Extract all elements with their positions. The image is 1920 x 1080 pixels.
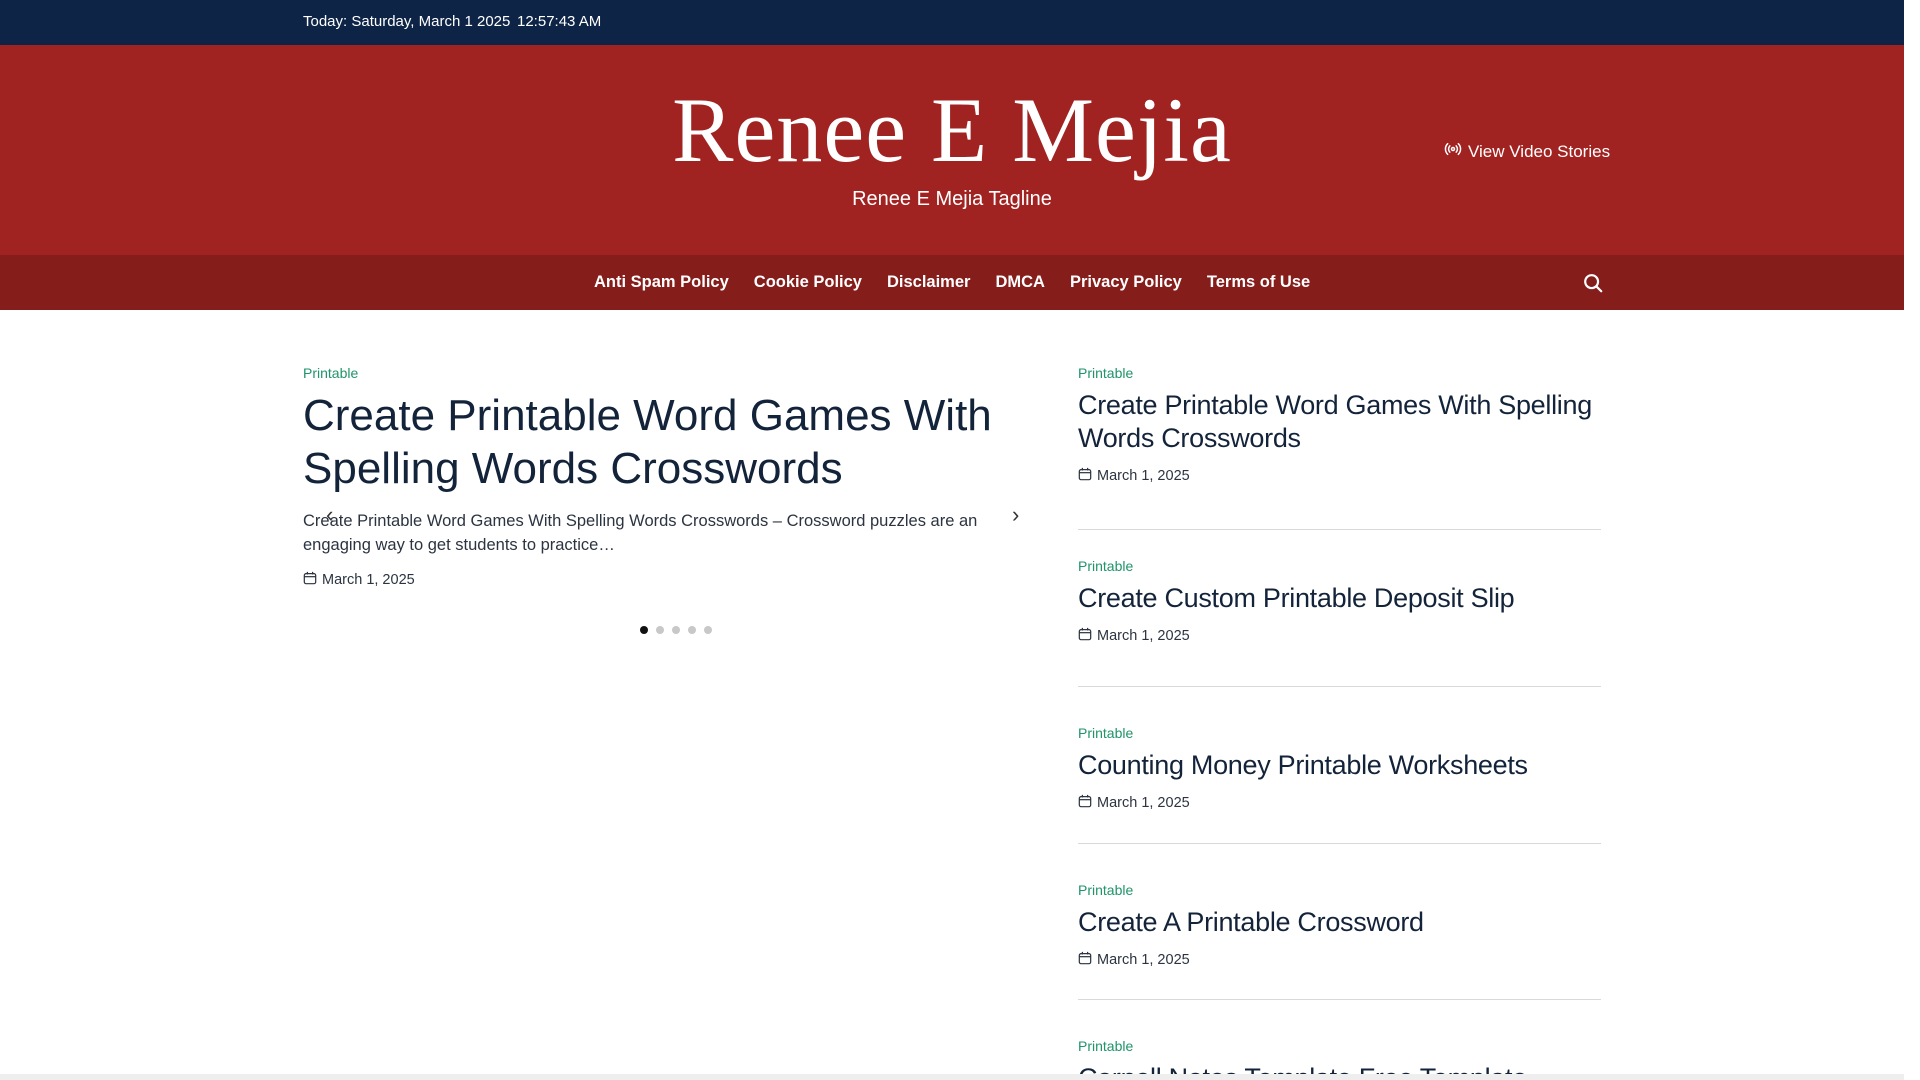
- slider-dot-2[interactable]: [656, 626, 664, 634]
- site-tagline: Renee E Mejia Tagline: [852, 188, 1052, 210]
- nav-item-terms-of-use[interactable]: Terms of Use: [1207, 273, 1310, 292]
- slider-pagination: [640, 626, 712, 634]
- slider-dot-5[interactable]: [704, 626, 712, 634]
- main-navigation: Anti Spam Policy Cookie Policy Disclaime…: [0, 255, 1904, 310]
- current-time: 12:57:43 AM: [517, 13, 602, 30]
- post-title[interactable]: Create Printable Word Games With Spellin…: [1078, 389, 1601, 455]
- site-header: Renee E Mejia Renee E Mejia Tagline View…: [0, 45, 1904, 255]
- top-bar: Today: Saturday, March 1 2025 12:57:43 A…: [0, 0, 1904, 45]
- site-title[interactable]: Renee E Mejia: [0, 75, 1904, 185]
- scrollbar[interactable]: [1904, 0, 1920, 1080]
- slider-dot-3[interactable]: [672, 626, 680, 634]
- view-video-stories-label: View Video Stories: [1468, 141, 1611, 161]
- list-item: Printable Create A Printable Crossword M…: [1078, 844, 1601, 1000]
- featured-post-excerpt: Create Printable Word Games With Spellin…: [303, 512, 978, 554]
- post-meta: March 1, 2025: [1078, 627, 1601, 645]
- nav-item-privacy-policy[interactable]: Privacy Policy: [1070, 273, 1182, 292]
- nav-item-cookie-policy[interactable]: Cookie Policy: [754, 273, 862, 292]
- post-category-link[interactable]: Printable: [1078, 882, 1601, 898]
- featured-post-date: March 1, 2025: [322, 572, 415, 588]
- post-date: March 1, 2025: [1097, 468, 1190, 484]
- calendar-icon: [1078, 951, 1092, 969]
- search-icon[interactable]: [1582, 272, 1604, 294]
- slider-prev-button[interactable]: ‹: [326, 503, 333, 527]
- featured-post-meta: March 1, 2025: [303, 571, 1028, 589]
- calendar-icon: [303, 571, 317, 589]
- post-category-link[interactable]: Printable: [1078, 558, 1601, 574]
- slider-dot-4[interactable]: [688, 626, 696, 634]
- page-bottom-edge: [0, 1074, 1920, 1080]
- calendar-icon: [1078, 794, 1092, 812]
- list-item: Printable Create Custom Printable Deposi…: [1078, 530, 1601, 687]
- nav-item-anti-spam-policy[interactable]: Anti Spam Policy: [594, 273, 729, 292]
- nav-menu: Anti Spam Policy Cookie Policy Disclaime…: [594, 255, 1310, 310]
- post-category-link[interactable]: Printable: [1078, 1038, 1601, 1054]
- current-date: Today: Saturday, March 1 2025: [303, 13, 511, 30]
- post-meta: March 1, 2025: [1078, 467, 1601, 485]
- post-meta: March 1, 2025: [1078, 951, 1601, 969]
- list-item: Printable Counting Money Printable Works…: [1078, 687, 1601, 844]
- post-date: March 1, 2025: [1097, 952, 1190, 968]
- list-item: Printable Cornell Notes Template Free Te…: [1078, 1000, 1601, 1080]
- post-meta: March 1, 2025: [1078, 794, 1601, 812]
- post-title[interactable]: Counting Money Printable Worksheets: [1078, 749, 1601, 782]
- nav-item-disclaimer[interactable]: Disclaimer: [887, 273, 970, 292]
- featured-slider: Printable Create Printable Word Games Wi…: [303, 365, 1028, 589]
- featured-post-title[interactable]: Create Printable Word Games With Spellin…: [303, 389, 1028, 495]
- post-date: March 1, 2025: [1097, 795, 1190, 811]
- calendar-icon: [1078, 627, 1092, 645]
- view-video-stories-link[interactable]: View Video Stories: [1444, 140, 1610, 163]
- slider-dot-1[interactable]: [640, 626, 648, 634]
- recent-posts-list: Printable Create Printable Word Games Wi…: [1078, 365, 1601, 1080]
- featured-category-link[interactable]: Printable: [303, 365, 1028, 381]
- list-item: Printable Create Printable Word Games Wi…: [1078, 365, 1601, 530]
- post-category-link[interactable]: Printable: [1078, 725, 1601, 741]
- broadcast-icon: [1444, 140, 1462, 163]
- post-category-link[interactable]: Printable: [1078, 365, 1601, 381]
- nav-item-dmca[interactable]: DMCA: [995, 273, 1045, 292]
- calendar-icon: [1078, 467, 1092, 485]
- post-title[interactable]: Create Custom Printable Deposit Slip: [1078, 582, 1601, 615]
- slider-next-button[interactable]: ›: [1012, 503, 1019, 527]
- post-date: March 1, 2025: [1097, 628, 1190, 644]
- post-title[interactable]: Create A Printable Crossword: [1078, 906, 1601, 939]
